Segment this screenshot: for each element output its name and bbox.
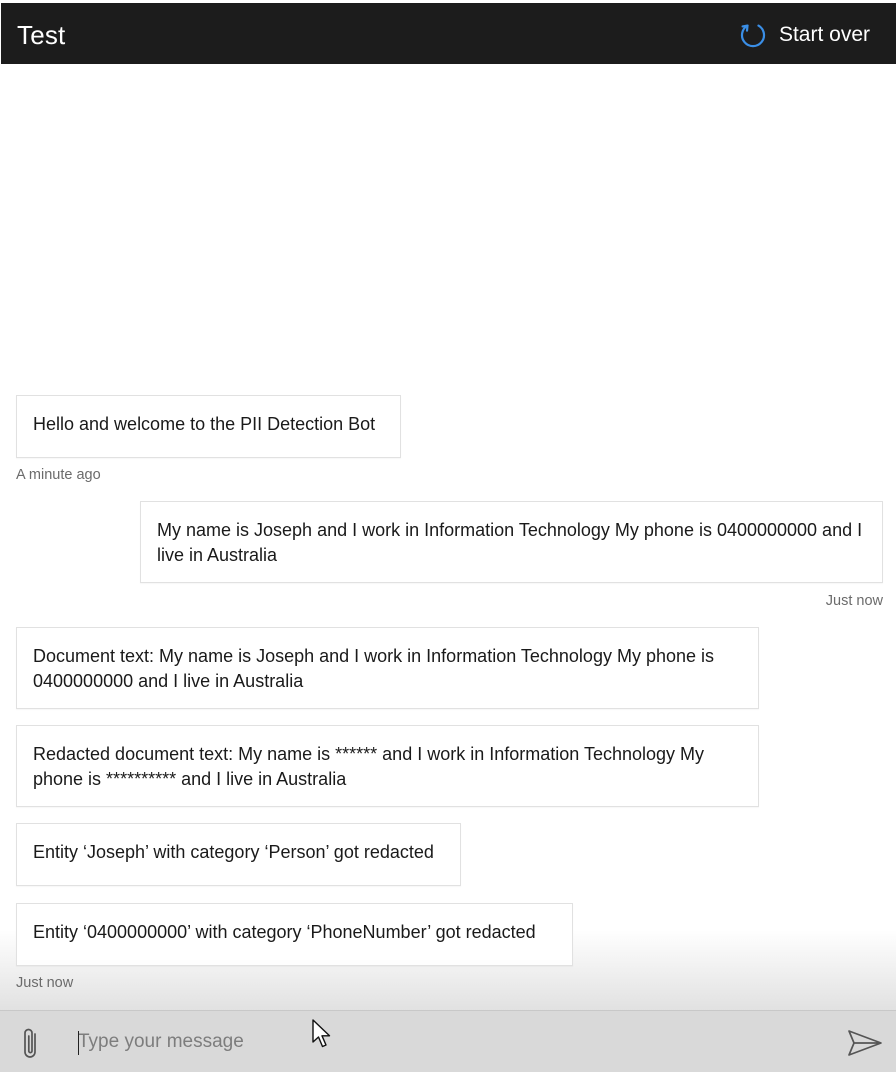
bot-message-redacted-text: Redacted document text: My name is *****… <box>16 725 759 807</box>
timestamp-welcome: A minute ago <box>16 467 101 483</box>
bot-message-entity-person: Entity ‘Joseph’ with category ‘Person’ g… <box>16 823 461 886</box>
start-over-label: Start over <box>778 23 870 46</box>
bot-message-entity-phone: Entity ‘0400000000’ with category ‘Phone… <box>16 903 573 966</box>
timestamp-bot-replies: Just now <box>16 975 74 991</box>
timestamp-user: Just now <box>825 593 883 609</box>
bot-message-welcome: Hello and welcome to the PII Detection B… <box>16 395 401 458</box>
user-message: My name is Joseph and I work in Informat… <box>140 501 883 583</box>
message-input[interactable] <box>78 1023 798 1061</box>
paperclip-icon <box>24 1028 36 1058</box>
bot-message-document-text: Document text: My name is Joseph and I w… <box>16 627 759 709</box>
send-button[interactable] <box>846 1027 884 1059</box>
start-over-button[interactable]: Start over <box>739 18 870 52</box>
chat-header: Test Start over <box>1 3 896 64</box>
message-composer <box>0 1010 896 1072</box>
attach-button[interactable] <box>16 1025 48 1061</box>
text-caret <box>78 1031 79 1055</box>
send-icon <box>848 1030 882 1056</box>
refresh-icon <box>740 24 766 48</box>
chat-title: Test <box>17 20 66 50</box>
window-top-border <box>0 0 896 2</box>
webchat-window: Test Start over Hello and welcome to the… <box>0 0 896 1072</box>
